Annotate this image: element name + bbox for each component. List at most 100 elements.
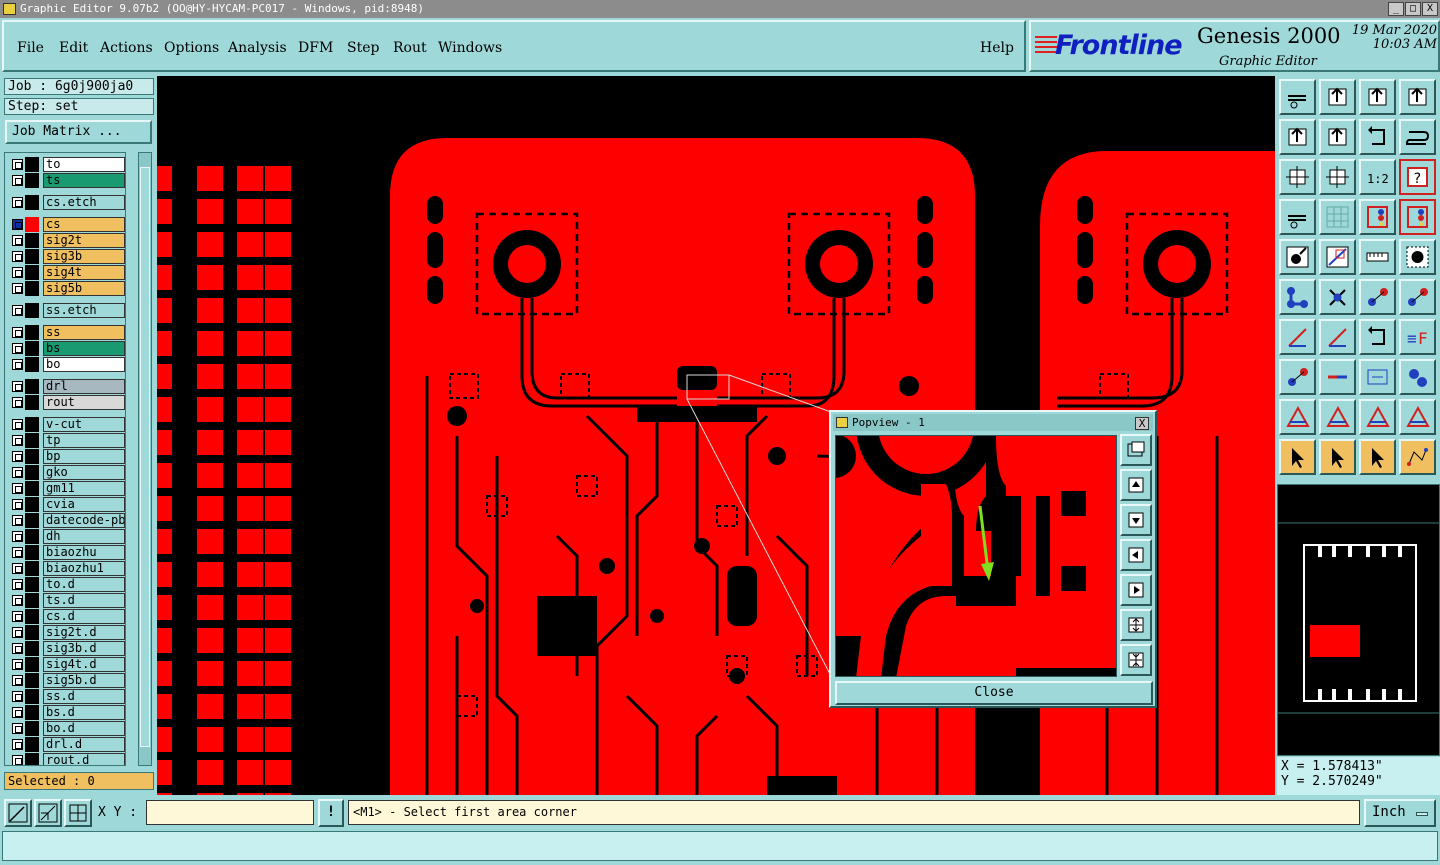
- layer-name[interactable]: gko: [43, 465, 125, 480]
- tool-pointer-highlight-button[interactable]: [1359, 439, 1396, 475]
- layer-checkbox[interactable]: [12, 343, 23, 354]
- layer-checkbox[interactable]: [12, 547, 23, 558]
- layer-name[interactable]: sig3b: [43, 249, 125, 264]
- layer-checkbox[interactable]: [12, 381, 23, 392]
- layer-color-swatch[interactable]: [25, 357, 39, 372]
- layer-color-swatch[interactable]: [25, 173, 39, 188]
- layer-name[interactable]: sig5b.d: [43, 673, 125, 688]
- menu-help[interactable]: Help: [980, 40, 1014, 56]
- tool-add-via-button[interactable]: [1359, 279, 1396, 315]
- layer-color-swatch[interactable]: [25, 341, 39, 356]
- layer-row[interactable]: drl.d: [7, 737, 125, 752]
- tool-pointer-box-button[interactable]: [1319, 439, 1356, 475]
- job-matrix-button[interactable]: Job Matrix ...: [5, 120, 152, 144]
- units-dropdown[interactable]: Inch: [1364, 799, 1436, 827]
- layer-name[interactable]: bp: [43, 449, 125, 464]
- popview-pan-down-button[interactable]: [1120, 504, 1152, 536]
- layer-checkbox[interactable]: [12, 595, 23, 606]
- layer-checkbox[interactable]: [12, 435, 23, 446]
- layer-name[interactable]: gm11: [43, 481, 125, 496]
- layer-name[interactable]: ts.d: [43, 593, 125, 608]
- layer-name[interactable]: sig5b: [43, 281, 125, 296]
- layer-name[interactable]: datecode-pbo: [43, 513, 125, 528]
- layer-row[interactable]: biaozhu: [7, 545, 125, 560]
- tool-export-button[interactable]: [1319, 119, 1356, 155]
- layer-row[interactable]: bs.d: [7, 705, 125, 720]
- tool-home-button[interactable]: [1359, 79, 1396, 115]
- tool-mirror-button[interactable]: ≡ F: [1399, 319, 1436, 355]
- tool-import-button[interactable]: [1279, 119, 1316, 155]
- layer-checkbox[interactable]: [12, 467, 23, 478]
- menu-step[interactable]: Step: [347, 40, 379, 56]
- layer-row[interactable]: rout: [7, 395, 125, 410]
- layer-list-scrollbar[interactable]: [138, 152, 152, 766]
- layer-row[interactable]: ss.d: [7, 689, 125, 704]
- layer-name[interactable]: drl: [43, 379, 125, 394]
- layer-name[interactable]: sig2t: [43, 233, 125, 248]
- layer-checkbox[interactable]: [12, 419, 23, 430]
- layer-row[interactable]: ts: [7, 173, 125, 188]
- layer-row[interactable]: sig4t: [7, 265, 125, 280]
- layer-row[interactable]: ts.d: [7, 593, 125, 608]
- tool-add-via-alt-button[interactable]: [1399, 279, 1436, 315]
- minimize-button[interactable]: _: [1388, 2, 1404, 16]
- layer-row[interactable]: biaozhu1: [7, 561, 125, 576]
- popview-pan-right-button[interactable]: [1120, 574, 1152, 606]
- layer-color-swatch[interactable]: [25, 641, 39, 656]
- layer-row[interactable]: sig2t.d: [7, 625, 125, 640]
- layer-name[interactable]: cvia: [43, 497, 125, 512]
- layer-row[interactable]: bs: [7, 341, 125, 356]
- tool-zoom-fit-button[interactable]: [1279, 159, 1316, 195]
- layer-name[interactable]: biaozhu: [43, 545, 125, 560]
- tool-grid-button[interactable]: [1319, 199, 1356, 235]
- layer-row[interactable]: datecode-pbo: [7, 513, 125, 528]
- layer-color-swatch[interactable]: [25, 449, 39, 464]
- tool-rotate-button[interactable]: [1359, 319, 1396, 355]
- layer-checkbox[interactable]: [12, 235, 23, 246]
- popview-canvas[interactable]: [835, 435, 1117, 677]
- layer-checkbox[interactable]: [12, 175, 23, 186]
- layer-checkbox[interactable]: [12, 359, 23, 370]
- overview-map[interactable]: [1277, 484, 1440, 756]
- layer-color-swatch[interactable]: [25, 625, 39, 640]
- tool-triangle-a2-button[interactable]: [1359, 399, 1396, 435]
- layer-color-swatch[interactable]: [25, 529, 39, 544]
- layer-checkbox[interactable]: [12, 691, 23, 702]
- tool-scale-button[interactable]: 1:2: [1359, 159, 1396, 195]
- menu-options[interactable]: Options: [164, 40, 219, 56]
- layer-row[interactable]: cs.etch: [7, 195, 125, 210]
- tool-circle-button[interactable]: [1399, 239, 1436, 275]
- layer-checkbox[interactable]: [12, 563, 23, 574]
- layer-row[interactable]: v-cut: [7, 417, 125, 432]
- layer-name[interactable]: ss.d: [43, 689, 125, 704]
- layer-row[interactable]: bo: [7, 357, 125, 372]
- tool-split-button[interactable]: [1319, 359, 1356, 395]
- tool-add-pad-button[interactable]: [1279, 239, 1316, 275]
- tool-open-step-button[interactable]: [1279, 79, 1316, 115]
- tool-layer-stack-red-button[interactable]: [1399, 199, 1436, 235]
- layer-name[interactable]: biaozhu1: [43, 561, 125, 576]
- layer-checkbox[interactable]: [12, 397, 23, 408]
- tool-draw-line-button[interactable]: [1319, 239, 1356, 275]
- layer-checkbox[interactable]: [12, 305, 23, 316]
- popview-zoom-in-button[interactable]: [1120, 609, 1152, 641]
- layer-checkbox[interactable]: [12, 219, 23, 230]
- menu-windows[interactable]: Windows: [438, 40, 502, 56]
- layer-name[interactable]: to: [43, 157, 125, 172]
- layer-name[interactable]: dh: [43, 529, 125, 544]
- measure-button[interactable]: [34, 799, 62, 827]
- layer-row[interactable]: sig3b: [7, 249, 125, 264]
- layer-checkbox[interactable]: [12, 531, 23, 542]
- layer-checkbox[interactable]: [12, 283, 23, 294]
- menu-file[interactable]: File: [17, 40, 44, 56]
- layer-color-swatch[interactable]: [25, 513, 39, 528]
- popview-close-icon[interactable]: X: [1135, 417, 1149, 430]
- layer-row[interactable]: ss: [7, 325, 125, 340]
- layer-name[interactable]: to.d: [43, 577, 125, 592]
- popview-close-button[interactable]: Close: [835, 681, 1153, 705]
- layer-row[interactable]: to.d: [7, 577, 125, 592]
- layer-checkbox[interactable]: [12, 755, 23, 765]
- layer-color-swatch[interactable]: [25, 753, 39, 765]
- tool-pointer-button[interactable]: [1279, 439, 1316, 475]
- tool-gears-button[interactable]: [1399, 359, 1436, 395]
